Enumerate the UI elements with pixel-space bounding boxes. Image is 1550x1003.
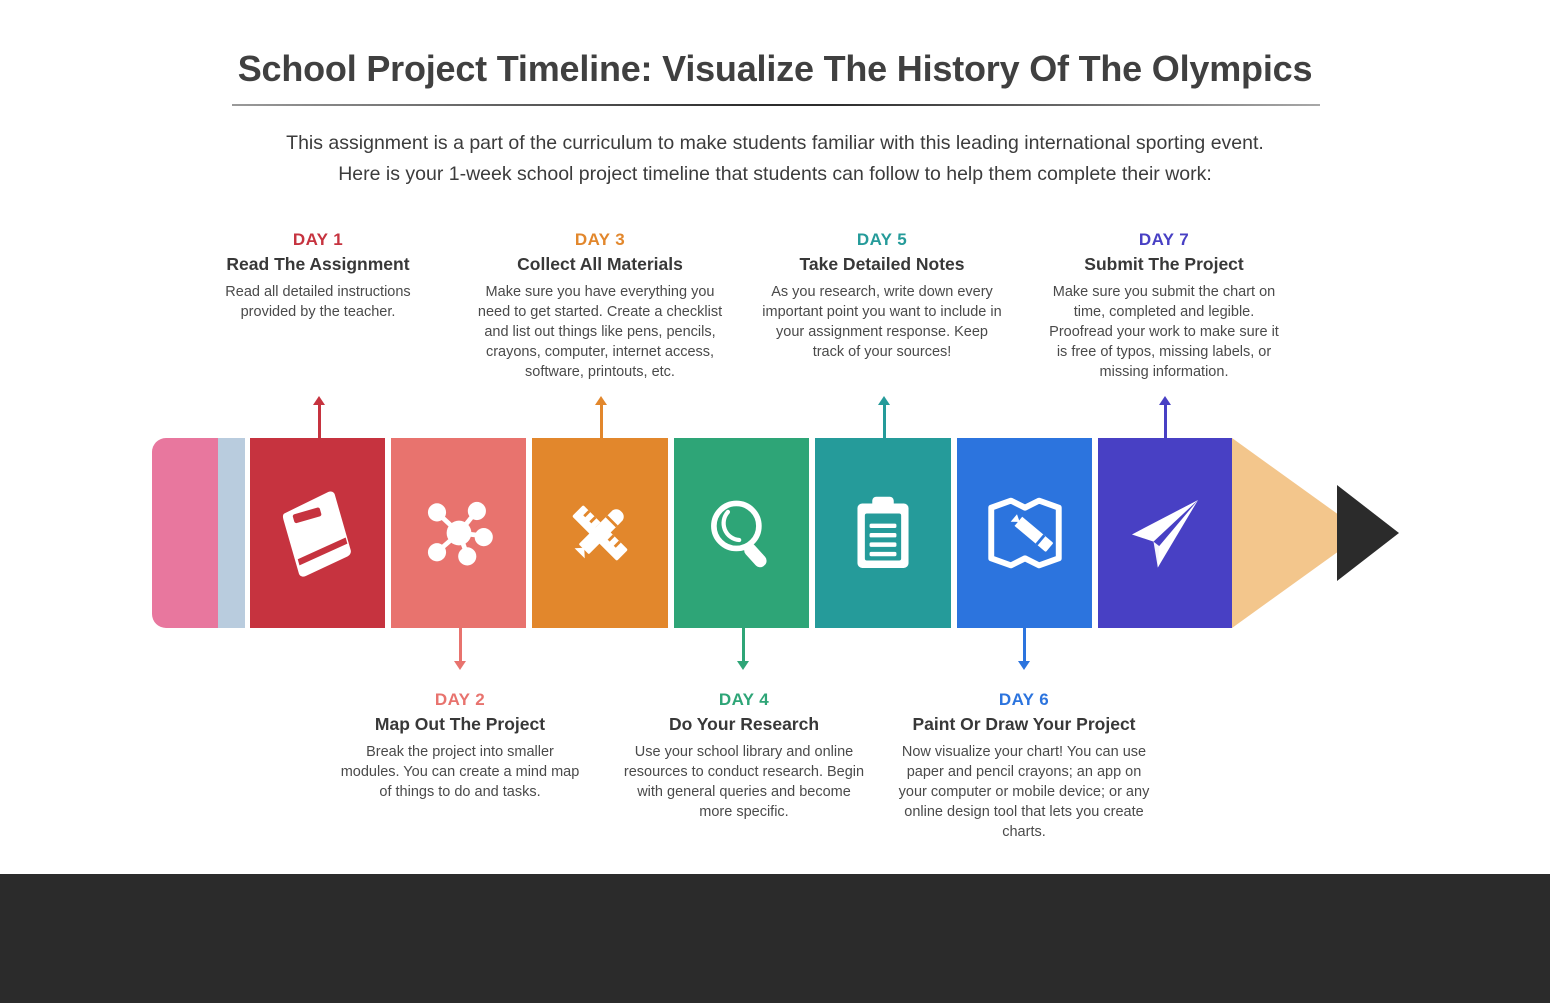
connector-day-6 — [1017, 626, 1031, 670]
connector-line-1 — [317, 404, 321, 440]
step-desc-3: Make sure you have everything you need t… — [477, 284, 723, 380]
day-label-3: DAY 3 — [574, 230, 626, 249]
connector-line-7 — [1163, 404, 1167, 440]
step-title-4: Do Your Research — [668, 714, 820, 734]
book-icon — [250, 438, 385, 628]
page-title: School Project Timeline: Visualize The H… — [237, 48, 1313, 89]
timeline-segment-day-4[interactable] — [674, 438, 809, 628]
subtitle-line-2: Here is your 1-week school project timel… — [338, 163, 1212, 185]
timeline-segment-day-5[interactable] — [815, 438, 951, 628]
page-subtitle: This assignment is a part of the curricu… — [225, 128, 1325, 190]
step-title-6: Paint Or Draw Your Project — [912, 714, 1136, 734]
day-label-7: DAY 7 — [1138, 230, 1190, 249]
day-label-5: DAY 5 — [856, 230, 908, 249]
step-desc-7: Make sure you submit the chart on time, … — [1049, 284, 1279, 380]
step-block-day-2: DAY 2 Map Out The Project Break the proj… — [336, 690, 584, 802]
step-block-day-3: DAY 3 Collect All Materials Make sure yo… — [476, 230, 724, 382]
step-title-3: Collect All Materials — [517, 254, 683, 274]
timeline-segment-day-6[interactable] — [957, 438, 1092, 628]
title-divider — [232, 104, 1320, 106]
subtitle-line-1: This assignment is a part of the curricu… — [286, 132, 1264, 154]
step-block-day-6: DAY 6 Paint Or Draw Your Project Now vis… — [898, 690, 1150, 842]
step-title-1: Read The Assignment — [226, 254, 410, 274]
day-label-6: DAY 6 — [998, 690, 1050, 709]
clipboard-icon — [815, 438, 951, 628]
pencil-eraser — [152, 438, 218, 628]
connector-arrowhead-2 — [454, 661, 466, 670]
paper-plane-icon — [1098, 438, 1232, 628]
pencil-timeline-bar — [0, 438, 1550, 628]
connector-day-3 — [594, 396, 608, 440]
day-label-4: DAY 4 — [718, 690, 770, 709]
day-label-2: DAY 2 — [434, 690, 486, 709]
step-block-day-1: DAY 1 Read The Assignment Read all detai… — [204, 230, 432, 322]
connector-line-3 — [599, 404, 603, 440]
connector-line-5 — [882, 404, 886, 440]
step-desc-1: Read all detailed instructions provided … — [225, 284, 411, 320]
connector-arrowhead-6 — [1018, 661, 1030, 670]
mind-map-icon — [391, 438, 526, 628]
step-block-day-5: DAY 5 Take Detailed Notes As you researc… — [760, 230, 1004, 362]
connector-line-6 — [1022, 626, 1026, 662]
ruler-pencil-icon — [532, 438, 668, 628]
map-edit-icon — [957, 438, 1092, 628]
magnifier-icon — [674, 438, 809, 628]
connector-day-1 — [312, 396, 326, 440]
step-desc-6: Now visualize your chart! You can use pa… — [898, 744, 1150, 840]
step-desc-2: Break the project into smaller modules. … — [340, 744, 580, 800]
step-title-5: Take Detailed Notes — [799, 254, 965, 274]
timeline-segment-day-2[interactable] — [391, 438, 526, 628]
timeline-segment-day-3[interactable] — [532, 438, 668, 628]
step-block-day-4: DAY 4 Do Your Research Use your school l… — [620, 690, 868, 822]
connector-day-2 — [453, 626, 467, 670]
connector-line-4 — [741, 626, 745, 662]
connector-day-7 — [1158, 396, 1172, 440]
step-title-2: Map Out The Project — [374, 714, 546, 734]
step-block-day-7: DAY 7 Submit The Project Make sure you s… — [1042, 230, 1286, 382]
connector-day-5 — [877, 396, 891, 440]
connector-arrowhead-4 — [737, 661, 749, 670]
connector-line-2 — [458, 626, 462, 662]
footer-bar: By following this timeline, students wil… — [0, 874, 1550, 1003]
day-label-1: DAY 1 — [292, 230, 344, 249]
step-desc-5: As you research, write down every import… — [762, 284, 1002, 360]
infographic-page: School Project Timeline: Visualize The H… — [0, 0, 1550, 1003]
step-desc-4: Use your school library and online resou… — [623, 744, 865, 820]
pencil-lead-tip — [1337, 485, 1399, 581]
step-title-7: Submit The Project — [1084, 254, 1244, 274]
pencil-ferrule — [218, 438, 245, 628]
timeline-segment-day-7[interactable] — [1098, 438, 1232, 628]
connector-day-4 — [736, 626, 750, 670]
timeline-segment-day-1[interactable] — [250, 438, 385, 628]
